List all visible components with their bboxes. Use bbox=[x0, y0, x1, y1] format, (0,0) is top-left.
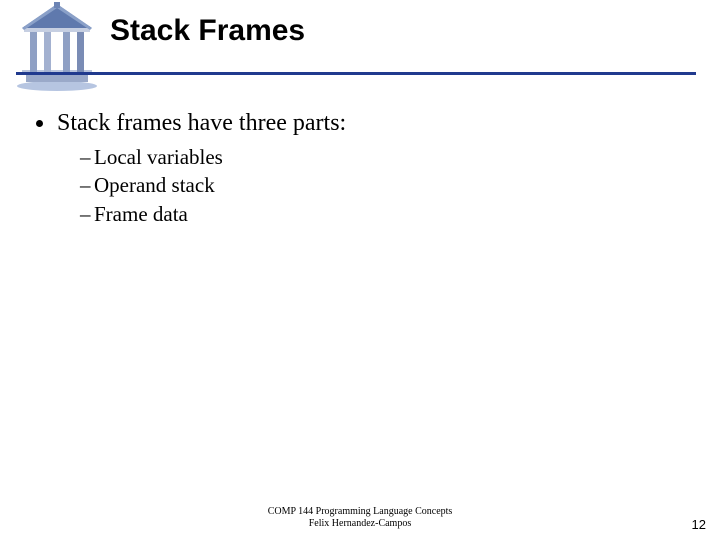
footer-author: Felix Hernandez-Campos bbox=[0, 518, 720, 530]
unc-old-well-logo bbox=[12, 0, 102, 92]
sub-bullet-text: Operand stack bbox=[94, 173, 215, 197]
footer-course: COMP 144 Programming Language Concepts bbox=[0, 506, 720, 518]
content-area: Stack frames have three parts: –Local va… bbox=[36, 108, 684, 229]
slide-title: Stack Frames bbox=[110, 14, 305, 48]
sub-bullet-item: –Frame data bbox=[80, 201, 684, 227]
title-rule bbox=[16, 72, 696, 75]
header: Stack Frames bbox=[0, 0, 720, 92]
page-number: 12 bbox=[692, 517, 706, 532]
bullet-dot-icon bbox=[36, 120, 43, 127]
sub-bullet-text: Frame data bbox=[94, 202, 188, 226]
sub-bullet-text: Local variables bbox=[94, 145, 223, 169]
bullet-item: Stack frames have three parts: bbox=[36, 108, 684, 138]
footer: COMP 144 Programming Language Concepts F… bbox=[0, 506, 720, 530]
sub-bullet-list: –Local variables –Operand stack –Frame d… bbox=[80, 144, 684, 227]
sub-bullet-item: –Local variables bbox=[80, 144, 684, 170]
bullet-text: Stack frames have three parts: bbox=[57, 108, 346, 138]
sub-bullet-item: –Operand stack bbox=[80, 172, 684, 198]
slide: Stack Frames Stack frames have three par… bbox=[0, 0, 720, 540]
